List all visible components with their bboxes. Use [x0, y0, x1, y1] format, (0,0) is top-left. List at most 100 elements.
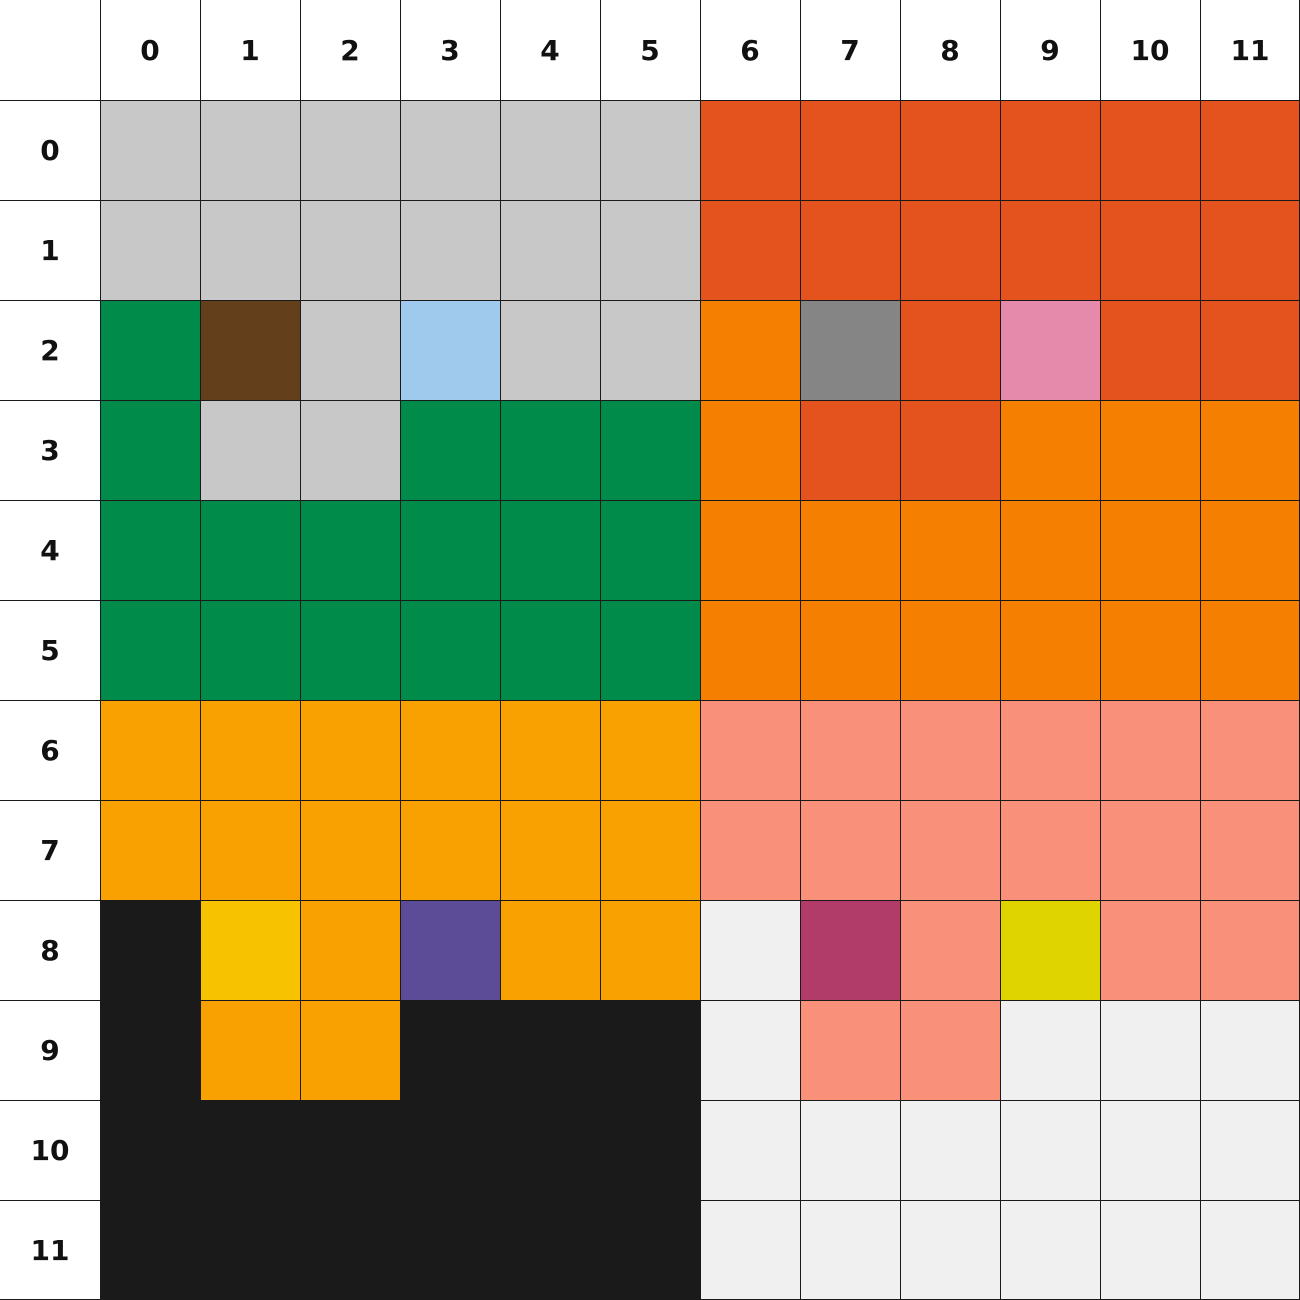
grid-cell[interactable]: [1100, 100, 1200, 200]
grid-cell[interactable]: [700, 1000, 800, 1100]
grid-cell[interactable]: [700, 200, 800, 300]
grid-cell[interactable]: [400, 1000, 500, 1100]
grid-cell[interactable]: [300, 1000, 400, 1100]
grid-cell[interactable]: [600, 1100, 700, 1200]
grid-cell[interactable]: [800, 200, 900, 300]
grid-cell[interactable]: [1000, 700, 1100, 800]
grid-cell[interactable]: [700, 700, 800, 800]
grid-cell[interactable]: [100, 1200, 200, 1300]
grid-cell[interactable]: [200, 1100, 300, 1200]
grid-cell[interactable]: [700, 100, 800, 200]
grid-cell[interactable]: [500, 600, 600, 700]
grid-cell[interactable]: [300, 900, 400, 1000]
grid-cell[interactable]: [600, 700, 700, 800]
grid-cell[interactable]: [1100, 200, 1200, 300]
grid-cell[interactable]: [700, 900, 800, 1000]
grid-cell[interactable]: [1000, 500, 1100, 600]
grid-cell[interactable]: [200, 700, 300, 800]
grid-cell[interactable]: [900, 1000, 1000, 1100]
grid-cell[interactable]: [1000, 900, 1100, 1000]
grid-cell[interactable]: [1100, 900, 1200, 1000]
grid-cell[interactable]: [200, 800, 300, 900]
grid-cell[interactable]: [1000, 1200, 1100, 1300]
grid-cell[interactable]: [200, 400, 300, 500]
grid-cell[interactable]: [1000, 400, 1100, 500]
grid-cell[interactable]: [1200, 1000, 1300, 1100]
grid-cell[interactable]: [800, 1100, 900, 1200]
grid-cell[interactable]: [800, 800, 900, 900]
grid-cell[interactable]: [500, 700, 600, 800]
grid-cell[interactable]: [1000, 1000, 1100, 1100]
grid-cell[interactable]: [300, 1100, 400, 1200]
grid-cell[interactable]: [1000, 100, 1100, 200]
grid-cell[interactable]: [200, 1200, 300, 1300]
grid-cell[interactable]: [200, 500, 300, 600]
grid-cell[interactable]: [600, 500, 700, 600]
grid-cell[interactable]: [300, 200, 400, 300]
grid-cell[interactable]: [900, 1100, 1000, 1200]
grid-cell[interactable]: [900, 1200, 1000, 1300]
grid-cell[interactable]: [700, 300, 800, 400]
grid-cell[interactable]: [900, 500, 1000, 600]
grid-cell[interactable]: [900, 900, 1000, 1000]
grid-cell[interactable]: [1100, 600, 1200, 700]
grid-cell[interactable]: [400, 100, 500, 200]
grid-cell[interactable]: [300, 600, 400, 700]
grid-cell[interactable]: [600, 1200, 700, 1300]
grid-cell[interactable]: [900, 200, 1000, 300]
grid-cell[interactable]: [1100, 500, 1200, 600]
grid-cell[interactable]: [1100, 1100, 1200, 1200]
grid-cell[interactable]: [200, 300, 300, 400]
grid-cell[interactable]: [400, 400, 500, 500]
grid-cell[interactable]: [1100, 700, 1200, 800]
grid-cell[interactable]: [600, 900, 700, 1000]
grid-cell[interactable]: [900, 700, 1000, 800]
grid-cell[interactable]: [200, 1000, 300, 1100]
grid-cell[interactable]: [700, 1200, 800, 1300]
grid-cell[interactable]: [600, 300, 700, 400]
grid-cell[interactable]: [1200, 1100, 1300, 1200]
grid-cell[interactable]: [1100, 1200, 1200, 1300]
grid-cell[interactable]: [100, 200, 200, 300]
grid-cell[interactable]: [600, 800, 700, 900]
grid-cell[interactable]: [100, 1000, 200, 1100]
grid-cell[interactable]: [900, 600, 1000, 700]
grid-cell[interactable]: [1200, 300, 1300, 400]
grid-cell[interactable]: [1000, 600, 1100, 700]
grid-cell[interactable]: [900, 800, 1000, 900]
grid-cell[interactable]: [1000, 800, 1100, 900]
grid-cell[interactable]: [300, 400, 400, 500]
grid-cell[interactable]: [1200, 100, 1300, 200]
grid-cell[interactable]: [300, 500, 400, 600]
grid-cell[interactable]: [500, 1100, 600, 1200]
grid-cell[interactable]: [200, 900, 300, 1000]
grid-cell[interactable]: [400, 800, 500, 900]
grid-cell[interactable]: [500, 1200, 600, 1300]
grid-cell[interactable]: [800, 300, 900, 400]
grid-cell[interactable]: [1200, 700, 1300, 800]
grid-cell[interactable]: [700, 1100, 800, 1200]
grid-cell[interactable]: [100, 800, 200, 900]
grid-cell[interactable]: [500, 1000, 600, 1100]
grid-cell[interactable]: [800, 500, 900, 600]
grid-cell[interactable]: [1200, 500, 1300, 600]
grid-cell[interactable]: [1100, 800, 1200, 900]
grid-cell[interactable]: [700, 400, 800, 500]
grid-cell[interactable]: [500, 800, 600, 900]
grid-cell[interactable]: [1200, 800, 1300, 900]
grid-cell[interactable]: [800, 1200, 900, 1300]
grid-cell[interactable]: [600, 1000, 700, 1100]
grid-cell[interactable]: [400, 200, 500, 300]
grid-cell[interactable]: [200, 200, 300, 300]
grid-cell[interactable]: [1200, 600, 1300, 700]
grid-cell[interactable]: [100, 1100, 200, 1200]
grid-cell[interactable]: [400, 700, 500, 800]
grid-cell[interactable]: [100, 100, 200, 200]
grid-cell[interactable]: [500, 200, 600, 300]
grid-cell[interactable]: [1200, 1200, 1300, 1300]
grid-cell[interactable]: [600, 200, 700, 300]
grid-cell[interactable]: [800, 600, 900, 700]
grid-cell[interactable]: [900, 300, 1000, 400]
grid-cell[interactable]: [1000, 300, 1100, 400]
grid-cell[interactable]: [300, 1200, 400, 1300]
